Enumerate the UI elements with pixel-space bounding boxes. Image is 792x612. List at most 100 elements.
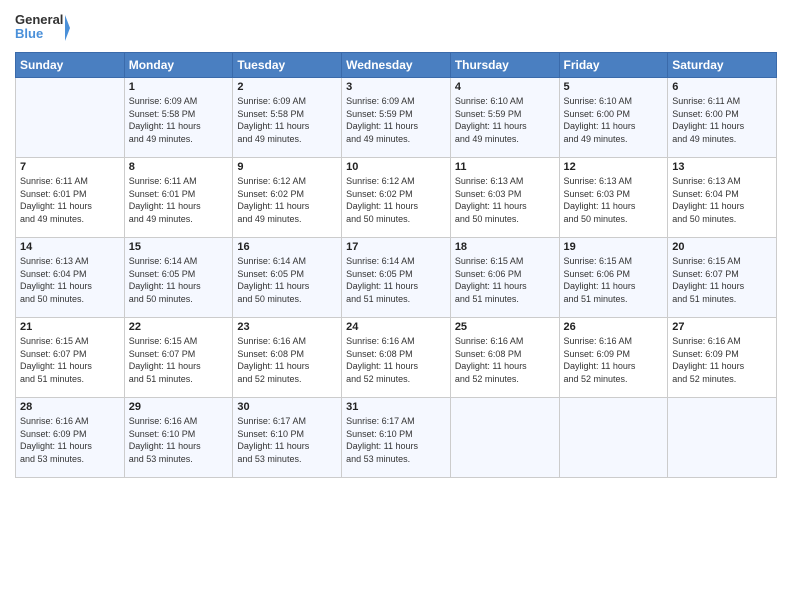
day-number: 5	[564, 81, 664, 93]
table-cell: 14Sunrise: 6:13 AMSunset: 6:04 PMDayligh…	[16, 238, 125, 318]
table-cell: 10Sunrise: 6:12 AMSunset: 6:02 PMDayligh…	[342, 158, 451, 238]
day-number: 1	[129, 81, 229, 93]
day-info: Sunrise: 6:13 AMSunset: 6:03 PMDaylight:…	[455, 175, 555, 225]
day-info: Sunrise: 6:15 AMSunset: 6:06 PMDaylight:…	[455, 255, 555, 305]
day-info: Sunrise: 6:12 AMSunset: 6:02 PMDaylight:…	[346, 175, 446, 225]
calendar-table: SundayMondayTuesdayWednesdayThursdayFrid…	[15, 52, 777, 478]
day-number: 18	[455, 241, 555, 253]
table-cell	[668, 398, 777, 478]
day-info: Sunrise: 6:10 AMSunset: 6:00 PMDaylight:…	[564, 95, 664, 145]
header-thursday: Thursday	[450, 53, 559, 78]
day-number: 22	[129, 321, 229, 333]
day-number: 23	[237, 321, 337, 333]
day-number: 28	[20, 401, 120, 413]
day-info: Sunrise: 6:09 AMSunset: 5:58 PMDaylight:…	[237, 95, 337, 145]
day-info: Sunrise: 6:16 AMSunset: 6:09 PMDaylight:…	[672, 335, 772, 385]
table-cell: 23 Sunrise: 6:16 AMSunset: 6:08 PMDayligh…	[233, 318, 342, 398]
table-cell: 31 Sunrise: 6:17 AMSunset: 6:10 PMDayligh…	[342, 398, 451, 478]
header-sunday: Sunday	[16, 53, 125, 78]
table-cell: 19Sunrise: 6:15 AMSunset: 6:06 PMDayligh…	[559, 238, 668, 318]
header-tuesday: Tuesday	[233, 53, 342, 78]
day-info: Sunrise: 6:15 AMSunset: 6:07 PMDaylight:…	[672, 255, 772, 305]
day-info: Sunrise: 6:13 AMSunset: 6:04 PMDaylight:…	[20, 255, 120, 305]
table-cell: 20 Sunrise: 6:15 AMSunset: 6:07 PMDayligh…	[668, 238, 777, 318]
day-info: Sunrise: 6:16 AMSunset: 6:08 PMDaylight:…	[346, 335, 446, 385]
day-info: Sunrise: 6:16 AMSunset: 6:09 PMDaylight:…	[564, 335, 664, 385]
table-cell: 30 Sunrise: 6:17 AMSunset: 6:10 PMDayligh…	[233, 398, 342, 478]
day-info: Sunrise: 6:16 AMSunset: 6:08 PMDaylight:…	[455, 335, 555, 385]
day-info: Sunrise: 6:09 AMSunset: 5:58 PMDaylight:…	[129, 95, 229, 145]
table-cell: 7 Sunrise: 6:11 AMSunset: 6:01 PMDaylight…	[16, 158, 125, 238]
table-cell: 16 Sunrise: 6:14 AMSunset: 6:05 PMDayligh…	[233, 238, 342, 318]
day-info: Sunrise: 6:16 AMSunset: 6:08 PMDaylight:…	[237, 335, 337, 385]
table-cell: 18 Sunrise: 6:15 AMSunset: 6:06 PMDayligh…	[450, 238, 559, 318]
table-cell: 2 Sunrise: 6:09 AMSunset: 5:58 PMDaylight…	[233, 78, 342, 158]
table-cell: 11 Sunrise: 6:13 AMSunset: 6:03 PMDayligh…	[450, 158, 559, 238]
day-number: 20	[672, 241, 772, 253]
header-saturday: Saturday	[668, 53, 777, 78]
table-cell: 26 Sunrise: 6:16 AMSunset: 6:09 PMDayligh…	[559, 318, 668, 398]
day-number: 31	[346, 401, 446, 413]
day-number: 17	[346, 241, 446, 253]
table-cell: 27 Sunrise: 6:16 AMSunset: 6:09 PMDayligh…	[668, 318, 777, 398]
day-number: 8	[129, 161, 229, 173]
table-cell	[16, 78, 125, 158]
day-info: Sunrise: 6:17 AMSunset: 6:10 PMDaylight:…	[237, 415, 337, 465]
table-cell: 13 Sunrise: 6:13 AMSunset: 6:04 PMDayligh…	[668, 158, 777, 238]
table-cell: 12Sunrise: 6:13 AMSunset: 6:03 PMDayligh…	[559, 158, 668, 238]
day-number: 27	[672, 321, 772, 333]
calendar-header: SundayMondayTuesdayWednesdayThursdayFrid…	[16, 53, 777, 78]
day-info: Sunrise: 6:09 AMSunset: 5:59 PMDaylight:…	[346, 95, 446, 145]
svg-text:General: General	[15, 12, 63, 27]
table-cell: 28 Sunrise: 6:16 AMSunset: 6:09 PMDayligh…	[16, 398, 125, 478]
table-cell: 5 Sunrise: 6:10 AMSunset: 6:00 PMDaylight…	[559, 78, 668, 158]
svg-text:Blue: Blue	[15, 26, 43, 41]
day-info: Sunrise: 6:11 AMSunset: 6:01 PMDaylight:…	[20, 175, 120, 225]
day-info: Sunrise: 6:15 AMSunset: 6:07 PMDaylight:…	[20, 335, 120, 385]
day-number: 26	[564, 321, 664, 333]
logo: General Blue	[15, 10, 70, 46]
calendar-page: General Blue SundayMondayTuesdayWednesda…	[0, 0, 792, 612]
header-wednesday: Wednesday	[342, 53, 451, 78]
week-row-3: 14Sunrise: 6:13 AMSunset: 6:04 PMDayligh…	[16, 238, 777, 318]
week-row-5: 28 Sunrise: 6:16 AMSunset: 6:09 PMDayligh…	[16, 398, 777, 478]
day-number: 7	[20, 161, 120, 173]
day-info: Sunrise: 6:16 AMSunset: 6:09 PMDaylight:…	[20, 415, 120, 465]
day-info: Sunrise: 6:15 AMSunset: 6:07 PMDaylight:…	[129, 335, 229, 385]
week-row-1: 1 Sunrise: 6:09 AMSunset: 5:58 PMDaylight…	[16, 78, 777, 158]
table-cell: 15 Sunrise: 6:14 AMSunset: 6:05 PMDayligh…	[124, 238, 233, 318]
header-row: SundayMondayTuesdayWednesdayThursdayFrid…	[16, 53, 777, 78]
day-number: 16	[237, 241, 337, 253]
day-number: 25	[455, 321, 555, 333]
logo-svg: General Blue	[15, 10, 70, 46]
header-friday: Friday	[559, 53, 668, 78]
table-cell: 9Sunrise: 6:12 AMSunset: 6:02 PMDaylight…	[233, 158, 342, 238]
day-info: Sunrise: 6:14 AMSunset: 6:05 PMDaylight:…	[237, 255, 337, 305]
day-number: 2	[237, 81, 337, 93]
day-info: Sunrise: 6:10 AMSunset: 5:59 PMDaylight:…	[455, 95, 555, 145]
day-info: Sunrise: 6:17 AMSunset: 6:10 PMDaylight:…	[346, 415, 446, 465]
calendar-body: 1 Sunrise: 6:09 AMSunset: 5:58 PMDaylight…	[16, 78, 777, 478]
day-number: 15	[129, 241, 229, 253]
day-info: Sunrise: 6:13 AMSunset: 6:04 PMDaylight:…	[672, 175, 772, 225]
day-number: 4	[455, 81, 555, 93]
table-cell	[559, 398, 668, 478]
day-number: 12	[564, 161, 664, 173]
day-number: 11	[455, 161, 555, 173]
day-number: 13	[672, 161, 772, 173]
day-number: 24	[346, 321, 446, 333]
day-info: Sunrise: 6:15 AMSunset: 6:06 PMDaylight:…	[564, 255, 664, 305]
table-cell: 4 Sunrise: 6:10 AMSunset: 5:59 PMDaylight…	[450, 78, 559, 158]
table-cell: 24 Sunrise: 6:16 AMSunset: 6:08 PMDayligh…	[342, 318, 451, 398]
table-cell: 17 Sunrise: 6:14 AMSunset: 6:05 PMDayligh…	[342, 238, 451, 318]
day-info: Sunrise: 6:14 AMSunset: 6:05 PMDaylight:…	[346, 255, 446, 305]
week-row-2: 7 Sunrise: 6:11 AMSunset: 6:01 PMDaylight…	[16, 158, 777, 238]
table-cell: 21Sunrise: 6:15 AMSunset: 6:07 PMDayligh…	[16, 318, 125, 398]
day-number: 30	[237, 401, 337, 413]
table-cell: 6Sunrise: 6:11 AMSunset: 6:00 PMDaylight…	[668, 78, 777, 158]
table-cell: 25 Sunrise: 6:16 AMSunset: 6:08 PMDayligh…	[450, 318, 559, 398]
day-info: Sunrise: 6:14 AMSunset: 6:05 PMDaylight:…	[129, 255, 229, 305]
table-cell: 8Sunrise: 6:11 AMSunset: 6:01 PMDaylight…	[124, 158, 233, 238]
day-number: 9	[237, 161, 337, 173]
day-info: Sunrise: 6:16 AMSunset: 6:10 PMDaylight:…	[129, 415, 229, 465]
